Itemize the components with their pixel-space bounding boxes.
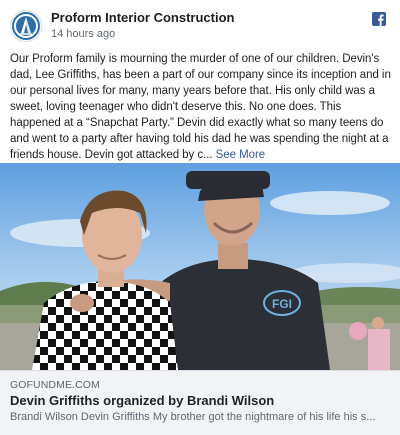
post-body-text: Our Proform family is mourning the murde… (10, 53, 391, 161)
post-header: Proform Interior Construction 14 hours a… (0, 0, 400, 46)
post-photo[interactable]: FGI (0, 163, 400, 370)
shirt-logo-text: FGI (272, 297, 292, 311)
facebook-icon[interactable] (372, 12, 386, 26)
page-name-link[interactable]: Proform Interior Construction (51, 10, 234, 25)
link-domain: GOFUNDME.COM (10, 379, 100, 391)
see-more-link[interactable]: See More (216, 149, 266, 161)
photo-illustration: FGI (0, 163, 400, 370)
facebook-f-glyph (378, 14, 384, 26)
link-preview[interactable]: GOFUNDME.COM Devin Griffiths organized b… (0, 370, 400, 435)
post-timestamp[interactable]: 14 hours ago (51, 28, 115, 40)
page-avatar[interactable] (10, 10, 42, 42)
proform-logo-icon (12, 12, 40, 40)
facebook-post-card: Proform Interior Construction 14 hours a… (0, 0, 400, 435)
post-body: Our Proform family is mourning the murde… (10, 51, 392, 163)
link-description: Brandi Wilson Devin Griffiths My brother… (10, 411, 376, 423)
link-title[interactable]: Devin Griffiths organized by Brandi Wils… (10, 393, 274, 408)
